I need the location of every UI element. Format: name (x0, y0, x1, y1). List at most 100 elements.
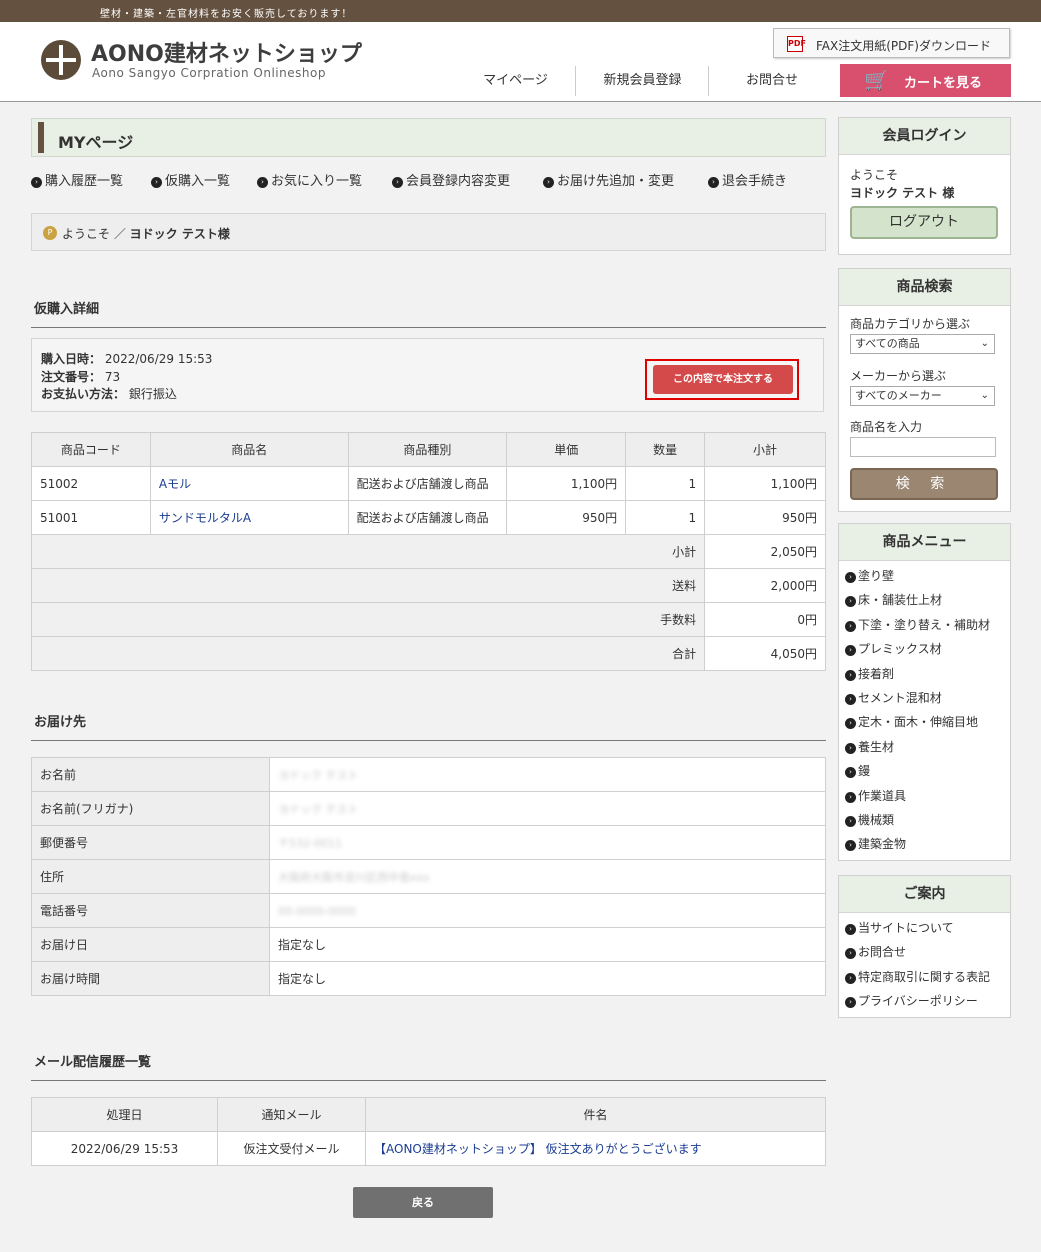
col-header: 商品名 (149, 432, 349, 467)
field-value: 00-0000-0000 (269, 893, 826, 928)
maker-select[interactable]: すべてのメーカー ⌄ (850, 386, 995, 406)
arrow-icon: › (845, 997, 856, 1009)
logo-title[interactable]: AONO建材ネットショップ (91, 36, 362, 68)
mail-date: 2022/06/29 15:53 (31, 1131, 218, 1166)
arrow-icon: › (392, 177, 403, 188)
nav-register[interactable]: 新規会員登録 (577, 66, 709, 96)
summary-label: 小計 (30, 534, 706, 569)
product-name-input[interactable] (850, 437, 996, 457)
field-label: お届け時間 (31, 961, 270, 996)
chevron-down-icon: ⌄ (980, 390, 989, 401)
item-label: プレミックス材 (858, 642, 942, 657)
col-header: 商品コード (31, 432, 151, 467)
item-code: 51002 (31, 466, 151, 501)
product-menu-item[interactable]: › 鏝 (845, 761, 990, 785)
item-subtotal: 1,100円 (704, 466, 826, 501)
label: 注文番号： (41, 370, 102, 384)
menu-withdraw[interactable]: › 退会手続き (708, 170, 787, 189)
item-price: 950円 (506, 500, 627, 535)
menu-purchase-history[interactable]: › 購入履歴一覧 (31, 170, 123, 189)
arrow-icon: › (845, 791, 856, 803)
menu-label: 退会手続き (722, 174, 788, 189)
back-button[interactable]: 戻る (353, 1187, 493, 1218)
order-payment: お支払い方法： 銀行振込 (41, 385, 177, 402)
field-value: 大阪府大阪市淀川区西中島xxx (269, 859, 826, 894)
arrow-icon: › (845, 669, 856, 681)
table-row: お届け時間 指定なし (31, 961, 826, 996)
name-label: 商品名を入力 (850, 420, 923, 434)
arrow-icon: › (845, 645, 856, 657)
arrow-icon: › (543, 177, 554, 188)
col-header: 件名 (365, 1097, 826, 1132)
product-menu-panel: 商品メニュー › 塗り壁 › 床・舗装仕上材 › 下塗・塗り替え・補助材 › プレミック… (838, 523, 1011, 861)
page-title-text: MYページ (58, 133, 134, 152)
info-menu-item[interactable]: › お問合せ (845, 942, 990, 966)
menu-delivery-edit[interactable]: › お届け先追加・変更 (543, 170, 674, 189)
product-menu-item[interactable]: › 機械類 (845, 810, 990, 834)
summary-value: 2,050円 (704, 534, 826, 569)
product-menu-item[interactable]: › 下塗・塗り替え・補助材 (845, 615, 990, 639)
col-header: 小計 (704, 432, 826, 467)
table-row: 51001 サンドモルタルA 配送および店舗渡し商品 950円 1 950円 (31, 500, 826, 535)
info-menu-item[interactable]: › 特定商取引に関する表記 (845, 967, 990, 991)
welcome-name: ヨドック テスト様 (129, 227, 230, 241)
info-menu-item[interactable]: › 当サイトについて (845, 918, 990, 942)
arrow-icon: › (845, 815, 856, 827)
table-row: 郵便番号 〒532-0011 (31, 825, 826, 860)
site-header: AONO建材ネットショップ Aono Sangyo Corpration Onl… (0, 22, 1041, 102)
field-label: お届け日 (31, 927, 270, 962)
product-menu-item[interactable]: › 接着剤 (845, 664, 990, 688)
arrow-icon: › (845, 693, 856, 705)
product-menu-item[interactable]: › 養生材 (845, 737, 990, 761)
item-qty: 1 (625, 500, 706, 535)
value: 2022/06/29 15:53 (104, 352, 213, 366)
item-name-link[interactable]: サンドモルタルA (159, 511, 251, 525)
product-menu-item[interactable]: › プレミックス材 (845, 639, 990, 663)
field-value: 指定なし (269, 927, 826, 962)
menu-favorites[interactable]: › お気に入り一覧 (257, 170, 362, 189)
info-menu-item[interactable]: › プライバシーポリシー (845, 991, 990, 1015)
value: 銀行振込 (128, 387, 177, 401)
arrow-icon: › (845, 596, 856, 608)
confirm-order-button[interactable]: この内容で本注文する (653, 365, 793, 394)
mypage-menu: › 購入履歴一覧 › 仮購入一覧 › お気に入り一覧 › 会員登録内容変更 › お届け先追… (31, 170, 831, 190)
item-code: 51001 (31, 500, 151, 535)
arrow-icon: › (845, 742, 856, 754)
category-label: 商品カテゴリから選ぶ (850, 317, 971, 331)
logo-icon[interactable] (41, 40, 81, 80)
fax-pdf-download-button[interactable]: PDF FAX注文用紙(PDF)ダウンロード (773, 28, 1010, 58)
nav-mypage[interactable]: マイページ (456, 66, 576, 96)
logout-button[interactable]: ログアウト (850, 206, 998, 239)
item-name-link[interactable]: Aモル (159, 477, 191, 491)
field-label: お名前(フリガナ) (31, 791, 270, 826)
product-menu-item[interactable]: › 作業道具 (845, 786, 990, 810)
arrow-icon: › (257, 177, 268, 188)
cart-button[interactable]: 🛒 カートを見る (840, 64, 1011, 97)
item-type: 配送および店舗渡し商品 (347, 500, 508, 535)
product-menu-item[interactable]: › 床・舗装仕上材 (845, 590, 990, 614)
login-panel: 会員ログイン ようこそ ヨドック テスト 様 ログアウト (838, 117, 1011, 255)
table-header-row: 商品コード 商品名 商品種別 単価 数量 小計 (31, 432, 826, 467)
order-date: 購入日時： 2022/06/29 15:53 (41, 350, 212, 367)
panel-title: 商品メニュー (839, 524, 1010, 561)
menu-temp-purchase[interactable]: › 仮購入一覧 (151, 170, 230, 189)
item-name[interactable]: サンドモルタルA (149, 500, 349, 535)
item-label: セメント混和材 (858, 690, 942, 705)
mail-subject-link[interactable]: 【AONO建材ネットショップ】 仮注文ありがとうございます (374, 1142, 702, 1156)
search-button[interactable]: 検 索 (850, 468, 998, 500)
mail-subject[interactable]: 【AONO建材ネットショップ】 仮注文ありがとうございます (365, 1131, 826, 1166)
nav-contact[interactable]: お問合せ (710, 66, 834, 96)
product-menu-item[interactable]: › 定木・面木・伸縮目地 (845, 712, 990, 736)
item-label: 機械類 (858, 812, 895, 827)
login-welcome: ようこそ (850, 168, 899, 182)
arrow-icon: › (31, 177, 42, 188)
mail-type: 仮注文受付メール (217, 1131, 366, 1166)
item-name[interactable]: Aモル (149, 466, 349, 501)
product-menu-item[interactable]: › 建築金物 (845, 834, 990, 858)
item-label: 定木・面木・伸縮目地 (858, 715, 979, 730)
product-menu-item[interactable]: › セメント混和材 (845, 688, 990, 712)
category-select[interactable]: すべての商品 ⌄ (850, 334, 995, 354)
product-menu-item[interactable]: › 塗り壁 (845, 566, 990, 590)
menu-member-edit[interactable]: › 会員登録内容変更 (392, 170, 510, 189)
search-panel: 商品検索 商品カテゴリから選ぶ すべての商品 ⌄ メーカーから選ぶ すべてのメーカ… (838, 268, 1011, 512)
